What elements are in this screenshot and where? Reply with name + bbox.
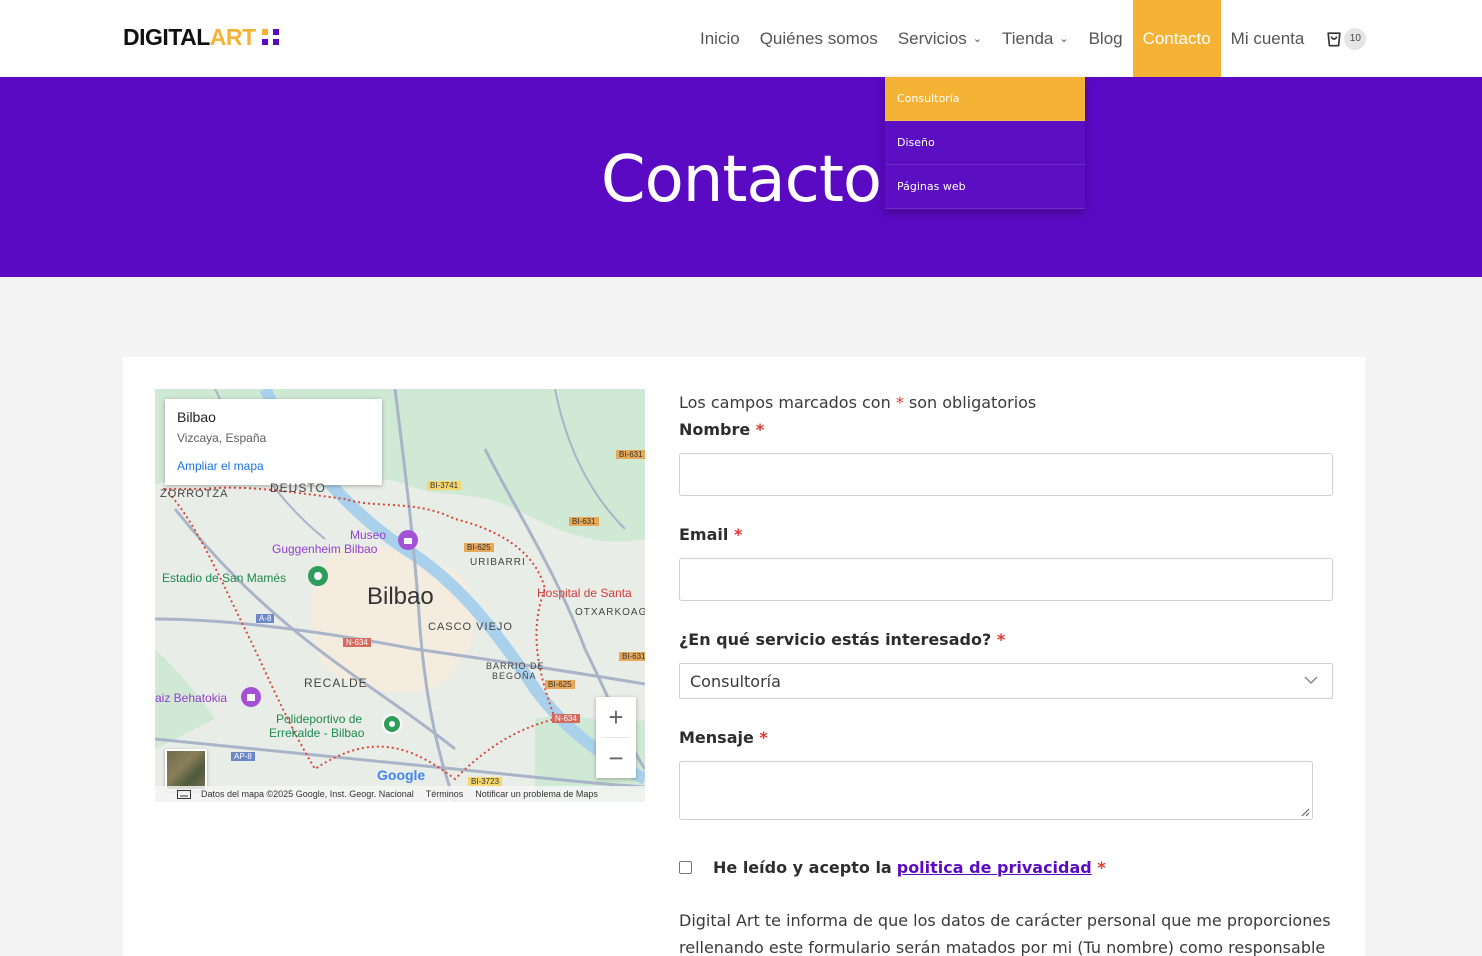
map-report-link[interactable]: Notificar un problema de Maps — [475, 789, 598, 799]
map-info-subtitle: Vizcaya, España — [177, 431, 267, 445]
privacy-label: He leído y acepto la politica de privacid… — [713, 858, 1106, 877]
map-label-recalde: RECALDE — [304, 676, 368, 690]
map-footer: Datos del mapa ©2025 Google, Inst. Geogr… — [155, 786, 645, 802]
map-label-behatokia: aiz Behatokia — [155, 691, 228, 705]
chevron-down-icon: ⌄ — [972, 33, 982, 45]
road-label-ap8: AP-8 — [231, 752, 255, 761]
map-zoom-controls: + − — [596, 697, 636, 778]
map-label-casco-viejo: CASCO VIEJO — [428, 621, 513, 633]
chevron-down-icon — [1304, 676, 1318, 685]
nav-label: Contacto — [1142, 28, 1211, 48]
message-textarea[interactable] — [679, 761, 1313, 820]
road-label-bi625: BI-625 — [464, 543, 494, 552]
nav-label: Inicio — [700, 28, 740, 48]
google-logo: Google — [377, 767, 426, 783]
nav-label: Quiénes somos — [759, 28, 878, 48]
map-terms-link[interactable]: Términos — [426, 789, 464, 799]
logo-text-art: ART — [209, 23, 256, 50]
required-star: * — [895, 393, 904, 412]
nav-label: Mi cuenta — [1230, 28, 1305, 48]
page-hero: Contacto — [0, 77, 1482, 277]
map-label-museo: Museo — [350, 528, 387, 542]
dropdown-item-diseno[interactable]: Diseño — [885, 121, 1085, 165]
page-title: Contacto — [600, 143, 882, 217]
map-label-polideportivo: Polideportivo de — [276, 712, 363, 726]
map-label-deusto: DEUSTO — [270, 481, 326, 495]
nav-item-mi-cuenta[interactable]: Mi cuenta — [1221, 0, 1315, 77]
map-label-begona: BEGOÑA — [492, 671, 537, 681]
logo-dots-icon — [261, 29, 279, 45]
map-label-uribarri: URIBARRI — [470, 557, 526, 568]
road-label-bi3723: BI-3723 — [468, 777, 503, 786]
road-label-bi3741: BI-3741 — [427, 481, 462, 490]
site-header: DIGITAL ART Inicio Quiénes somos Servicio… — [0, 0, 1482, 77]
nav-label: Blog — [1088, 28, 1123, 48]
nav-item-blog[interactable]: Blog — [1079, 0, 1133, 77]
road-label-a8: A-8 — [256, 614, 275, 623]
map-enlarge-link[interactable]: Ampliar el mapa — [177, 459, 370, 473]
viewpoint-pin-icon[interactable] — [241, 687, 261, 707]
nav-label: Servicios — [897, 28, 967, 48]
road-label-bi631-2: BI-631 — [569, 517, 599, 526]
dropdown-item-consultoria[interactable]: Consultoría — [885, 77, 1085, 121]
main-nav: Inicio Quiénes somos Servicios ⌄ Tienda ⌄ … — [690, 0, 1367, 77]
map-label-bilbao: Bilbao — [367, 583, 434, 610]
sports-pin-icon[interactable] — [382, 714, 402, 734]
privacy-policy-link[interactable]: politica de privacidad — [897, 858, 1092, 877]
resize-grip-icon[interactable] — [1300, 807, 1310, 817]
chevron-down-icon: ⌄ — [1059, 33, 1069, 45]
note-text: son obligatorios — [908, 393, 1037, 412]
name-input[interactable] — [679, 453, 1333, 496]
map-label-otxarkoaga: OTXARKOAG — [575, 607, 645, 618]
note-text: Los campos marcados con — [679, 393, 891, 412]
email-label: Email * — [679, 525, 743, 544]
email-input[interactable] — [679, 558, 1333, 601]
nav-item-inicio[interactable]: Inicio — [690, 0, 750, 77]
name-label: Nombre * — [679, 420, 765, 439]
road-label-bi631-3: BI-631 — [619, 652, 645, 661]
map-label-errekalde: Errekalde - Bilbao — [269, 726, 365, 740]
stadium-pin-icon[interactable] — [308, 566, 328, 586]
road-label-n634-east: N-634 — [552, 714, 580, 723]
zoom-in-button[interactable]: + — [596, 697, 636, 737]
map-label-zorrotza: ZORROTZA — [160, 488, 229, 500]
required-fields-note: Los campos marcados con * son obligatori… — [679, 393, 1036, 412]
map-info-window: Bilbao Vizcaya, España Ampliar el mapa — [165, 399, 382, 485]
privacy-checkbox[interactable] — [679, 861, 692, 874]
map-data-attribution: Datos del mapa ©2025 Google, Inst. Geogr… — [201, 789, 414, 799]
keyboard-icon[interactable] — [177, 789, 191, 799]
nav-item-servicios[interactable]: Servicios ⌄ — [888, 0, 992, 77]
privacy-consent-row: He leído y acepto la politica de privacid… — [679, 858, 1106, 877]
nav-label: Tienda — [1002, 28, 1054, 48]
nav-item-tienda[interactable]: Tienda ⌄ — [992, 0, 1079, 77]
cart-button[interactable]: 10 — [1324, 27, 1367, 50]
servicios-dropdown-menu: Consultoría Diseño Páginas web — [885, 77, 1085, 209]
road-label-bi625-2: BI-625 — [545, 680, 575, 689]
map-label-estadio: Estadio de San Mamés — [162, 571, 287, 585]
map-label-hospital: Hospital de Santa — [537, 586, 632, 600]
dropdown-item-paginas-web[interactable]: Páginas web — [885, 165, 1085, 209]
cart-count-badge: 10 — [1344, 27, 1367, 50]
site-logo[interactable]: DIGITAL ART — [123, 23, 279, 50]
map-label-guggenheim: Guggenheim Bilbao — [272, 542, 378, 556]
service-label: ¿En qué servicio estás interesado? * — [679, 630, 1006, 649]
service-select[interactable]: Consultoría — [679, 663, 1333, 699]
museum-pin-icon[interactable] — [398, 530, 418, 550]
map-label-barrio: BARRIO DE — [486, 661, 545, 671]
nav-item-contacto[interactable]: Contacto — [1132, 0, 1221, 77]
shopping-bag-icon — [1327, 31, 1342, 47]
satellite-toggle-button[interactable] — [165, 749, 207, 791]
nav-item-quienes-somos[interactable]: Quiénes somos — [750, 0, 888, 77]
logo-text-digital: DIGITAL — [123, 23, 210, 50]
road-label-n634: N-634 — [343, 638, 371, 647]
map-info-title: Bilbao — [177, 409, 216, 425]
zoom-out-button[interactable]: − — [596, 738, 636, 778]
road-label-bi631: BI-631 — [616, 450, 645, 459]
message-label: Mensaje * — [679, 728, 768, 747]
google-map[interactable]: Bilbao Vizcaya, España Ampliar el mapa B… — [155, 389, 645, 802]
legal-notice: Digital Art te informa de que los datos … — [679, 911, 1331, 956]
service-select-value: Consultoría — [690, 671, 781, 691]
